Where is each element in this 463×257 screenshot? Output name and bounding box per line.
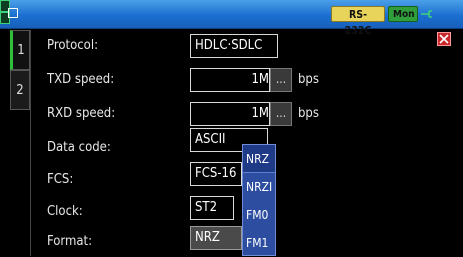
fcs-label: FCS: xyxy=(47,172,74,187)
usb-icon xyxy=(421,10,432,18)
tab-1[interactable]: 1 xyxy=(10,30,30,70)
rxd-unit: bps xyxy=(298,106,319,121)
txd-unit: bps xyxy=(298,72,319,87)
txd-speed-picker-button[interactable]: ... xyxy=(270,68,292,92)
format-option-nrzi[interactable]: NRZI xyxy=(243,173,275,201)
format-label: Format: xyxy=(47,234,93,249)
status-bar: RS-232C Mon xyxy=(0,0,463,37)
clock-field[interactable]: ST2 xyxy=(190,196,234,220)
txd-speed-field[interactable]: 1M xyxy=(190,68,270,92)
close-button[interactable] xyxy=(437,32,451,46)
clock-label: Clock: xyxy=(47,204,83,219)
format-dropdown: NRZ NRZI FM0 FM1 xyxy=(242,144,276,256)
rxd-speed-field[interactable]: 1M xyxy=(190,102,270,126)
mode-badge: Mon xyxy=(388,6,418,22)
data-code-label: Data code: xyxy=(47,140,111,155)
interface-badge: RS-232C xyxy=(331,6,385,37)
rxd-speed-label: RXD speed: xyxy=(47,106,116,121)
txd-speed-label: TXD speed: xyxy=(47,72,115,87)
protocol-field[interactable]: HDLC·SDLC xyxy=(190,34,278,58)
fcs-field[interactable]: FCS-16 xyxy=(190,162,242,186)
format-field[interactable]: NRZ xyxy=(190,226,242,250)
window-icon[interactable] xyxy=(8,8,18,18)
close-icon xyxy=(439,34,449,44)
rxd-speed-picker-button[interactable]: ... xyxy=(270,102,292,126)
format-option-fm1[interactable]: FM1 xyxy=(243,229,275,257)
format-option-nrz[interactable]: NRZ xyxy=(243,145,275,173)
tab-2[interactable]: 2 xyxy=(10,70,30,110)
protocol-label: Protocol: xyxy=(47,38,99,53)
format-option-fm0[interactable]: FM0 xyxy=(243,201,275,229)
panel-divider xyxy=(30,30,31,256)
